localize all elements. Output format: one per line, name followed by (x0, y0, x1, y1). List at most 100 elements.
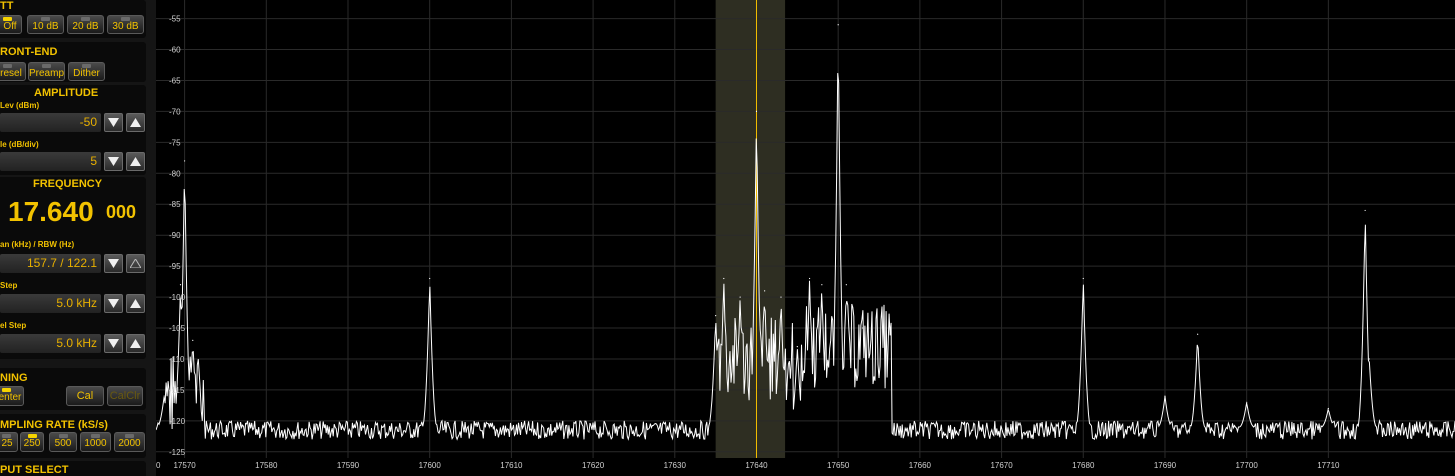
x-tick-label: 17600 (419, 461, 442, 470)
x-tick-label: 17680 (1072, 461, 1095, 470)
arrow-down-icon (108, 118, 119, 127)
channel-step-down-button[interactable] (104, 334, 123, 353)
ref-level-label: Lev (dBm) (0, 101, 40, 110)
x-tick-label-edge: 0 (156, 461, 161, 470)
rate-250-button[interactable]: 250 (20, 432, 44, 452)
spectrum-peak-point (796, 345, 798, 348)
spectrum-peak-point (755, 110, 758, 113)
arrow-down-icon (108, 259, 119, 268)
y-tick-label: -65 (169, 76, 181, 85)
span-down-button[interactable] (104, 254, 123, 273)
cal-button[interactable]: Cal (66, 386, 104, 406)
amplitude-title: AMPLITUDE (34, 87, 99, 99)
preamp-button[interactable]: Preamp (28, 62, 65, 81)
y-tick-label: -90 (169, 231, 181, 240)
y-tick-label: -75 (169, 138, 181, 147)
control-panel: TT Off 10 dB 20 dB 30 dB RONT-END resel … (0, 0, 156, 476)
x-tick-label: 17590 (337, 461, 360, 470)
center-button[interactable]: enter (0, 386, 24, 406)
spectrum-peak-point (179, 284, 182, 286)
spectrum-plot[interactable]: -55 -60 -65 -70 -75 -80 -85 -90 -95 -100 -105 -110 -… (156, 0, 1455, 476)
x-tick-label: 17670 (990, 461, 1013, 470)
att-10db-button[interactable]: 10 dB (27, 15, 64, 34)
input-select-section: PUT SELECT (0, 461, 146, 476)
dither-button[interactable]: Dither (68, 62, 105, 81)
channel-step-field[interactable]: 5.0 kHz (0, 334, 101, 353)
y-tick-label: -110 (169, 355, 185, 364)
spectrum-peak-point (1197, 333, 1199, 335)
spectrum-peak-point (183, 160, 186, 162)
ref-level-up-button[interactable] (126, 113, 145, 132)
att-off-button[interactable]: Off (0, 15, 22, 34)
rate-25-button[interactable]: 25 (0, 432, 18, 452)
front-end-title: RONT-END (0, 46, 58, 58)
spectrum-peak-point (192, 339, 194, 342)
plot-background (156, 0, 1455, 476)
span-rbw-label: an (kHz) / RBW (Hz) (0, 240, 75, 249)
x-tick-label: 17650 (827, 461, 850, 470)
spectrum-peak-point (862, 327, 864, 329)
span-rbw-field[interactable]: 157.7 / 122.1 (0, 254, 101, 273)
spectrum-peak-point (1246, 401, 1248, 403)
scale-down-button[interactable] (104, 152, 123, 171)
tuning-title: NING (0, 372, 28, 384)
rate-2000-button[interactable]: 2000 (114, 432, 145, 452)
y-tick-label: -80 (169, 169, 181, 178)
front-end-section: RONT-END resel Preamp Dither (0, 42, 146, 82)
amplitude-section: AMPLITUDE Lev (dBm) -50 le (dB/div) 5 (0, 85, 146, 175)
x-tick-label: 17640 (745, 461, 768, 470)
tuning-section: NING enter Cal CalClr (0, 368, 146, 410)
sampling-rate-title: MPLING RATE (kS/s) (0, 419, 108, 431)
center-frequency-display[interactable]: 17.640 (8, 196, 94, 228)
sampling-rate-section: MPLING RATE (kS/s) 25 250 500 1000 2000 (0, 414, 146, 458)
arrow-up-icon (130, 299, 141, 308)
x-tick-label: 17570 (173, 461, 196, 470)
step-label: Step (0, 281, 18, 290)
ref-level-down-button[interactable] (104, 113, 123, 132)
span-up-button[interactable] (126, 254, 145, 273)
preselector-button[interactable]: resel (0, 62, 26, 81)
scale-label: le (dB/div) (0, 140, 39, 149)
spectrum-peak-point (837, 24, 839, 26)
step-up-button[interactable] (126, 294, 145, 313)
step-field[interactable]: 5.0 kHz (0, 294, 101, 313)
spectrum-peak-point (163, 395, 165, 397)
arrow-down-icon (108, 299, 119, 308)
y-tick-label: -95 (169, 262, 181, 271)
scale-field[interactable]: 5 (0, 152, 101, 171)
arrow-down-icon (108, 157, 119, 166)
spectrum-peak-point (1164, 395, 1166, 397)
y-tick-label: -105 (169, 324, 186, 333)
scale-up-button[interactable] (126, 152, 145, 171)
spectrum-peak-point (1082, 277, 1084, 280)
spectrum-peak-point (723, 277, 725, 280)
spectrum-peak-point (821, 284, 823, 286)
att-section: TT Off 10 dB 20 dB 30 dB (0, 0, 146, 38)
rate-500-button[interactable]: 500 (49, 432, 77, 452)
x-tick-label: 17690 (1154, 461, 1177, 470)
step-down-button[interactable] (104, 294, 123, 313)
frequency-title: FREQUENCY (33, 178, 103, 190)
att-30db-button[interactable]: 30 dB (107, 15, 144, 34)
channel-highlight-band (715, 0, 786, 458)
x-tick-label: 17620 (582, 461, 605, 470)
arrow-down-icon (108, 339, 119, 348)
spectrum-peak-point (1327, 407, 1329, 410)
arrow-up-icon (130, 339, 141, 348)
spectrum-peak-point (739, 296, 741, 298)
spectrum-peak-point (1368, 358, 1370, 360)
y-tick-label: -85 (169, 200, 181, 209)
cal-clear-button[interactable]: CalClr (107, 386, 143, 406)
y-tick-label: -55 (169, 15, 181, 24)
y-tick-label: -120 (169, 417, 186, 426)
spectrum-peak-point (808, 277, 811, 280)
rate-1000-button[interactable]: 1000 (80, 432, 111, 452)
spectrum-peak-point (715, 315, 717, 317)
att-20db-button[interactable]: 20 dB (67, 15, 104, 34)
channel-step-up-button[interactable] (126, 334, 145, 353)
center-frequency-fine[interactable]: 000 (106, 202, 136, 223)
channel-step-label: el Step (0, 321, 27, 330)
ref-level-field[interactable]: -50 (0, 113, 101, 132)
x-tick-label: 17660 (909, 461, 932, 470)
x-tick-label: 17580 (255, 461, 278, 470)
